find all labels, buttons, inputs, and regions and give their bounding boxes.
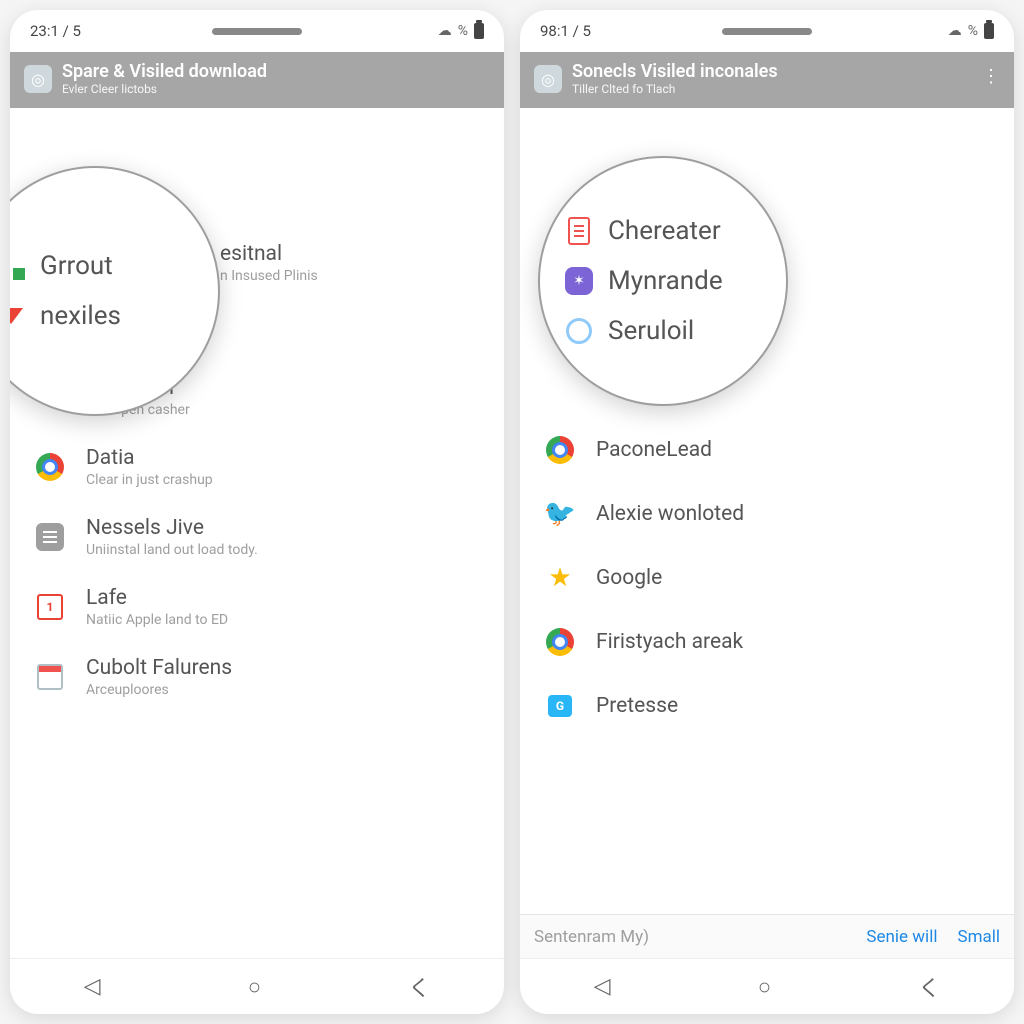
row-label: Google bbox=[596, 566, 992, 590]
more-button[interactable]: ⋮ bbox=[982, 66, 1000, 87]
row-label: Alexie wonloted bbox=[596, 502, 992, 526]
status-icons: ☁ % bbox=[948, 23, 994, 39]
calendar2-icon bbox=[32, 659, 68, 695]
app-title: Spare & Visiled download bbox=[62, 62, 267, 83]
mag-label-1: Mynrande bbox=[608, 266, 723, 296]
nav-recent-button[interactable]: く bbox=[408, 971, 430, 1003]
mag-row-1[interactable]: ✶ Mynrande bbox=[560, 256, 766, 306]
row-sub: Arceuploores bbox=[86, 682, 482, 698]
magnifier-lens[interactable]: Chereater ✶ Mynrande Seruloil bbox=[538, 156, 788, 406]
twitter-icon: 🐦 bbox=[542, 496, 578, 532]
row-label: Firistyach areak bbox=[596, 630, 992, 654]
item-nessels[interactable]: Nessels Jive Uniinstal land out load tod… bbox=[10, 502, 504, 572]
mag-label-2: Seruloil bbox=[608, 316, 694, 346]
row-label: Cubolt Falurens bbox=[86, 656, 482, 680]
app-bar: ◎ Spare & Visiled download Evler Cleer l… bbox=[10, 52, 504, 108]
gmail-icon bbox=[10, 301, 26, 331]
kb-suggestion-1[interactable]: Senie will bbox=[866, 927, 937, 947]
row-sub: Natiic Apple land to ED bbox=[86, 612, 482, 628]
content-area: Chereater ✶ Mynrande Seruloil PaconeLead… bbox=[520, 108, 1014, 914]
item-google[interactable]: ★ Google bbox=[520, 546, 1014, 610]
clock-text: 98:1 / 5 bbox=[540, 22, 591, 40]
status-icons: ☁ % bbox=[438, 23, 484, 39]
item-cubolt[interactable]: Cubolt Falurens Arceuploores bbox=[10, 642, 504, 712]
chrome-icon bbox=[542, 432, 578, 468]
mag-row-0[interactable]: Chereater bbox=[560, 206, 766, 256]
speaker-slot bbox=[212, 28, 302, 35]
content-area: Grrout nexiles esitnal n Insused Plinis … bbox=[10, 108, 504, 958]
mag-row-1[interactable]: nexiles bbox=[10, 291, 198, 341]
row-label: PaconeLead bbox=[596, 438, 992, 462]
row-label: Pretesse bbox=[596, 694, 992, 718]
bag-icon bbox=[542, 688, 578, 724]
mag-label-1: nexiles bbox=[40, 301, 121, 331]
nav-recent-button[interactable]: く bbox=[918, 971, 940, 1003]
chrome-icon bbox=[542, 624, 578, 660]
phone-right: 98:1 / 5 ☁ % ◎ Sonecls Visiled inconales… bbox=[520, 10, 1014, 1014]
app-bar: ◎ Sonecls Visiled inconales Tiller Clted… bbox=[520, 52, 1014, 108]
purple-icon: ✶ bbox=[564, 266, 594, 296]
ring-icon bbox=[564, 316, 594, 346]
item-datia[interactable]: Datia Clear in just crashup bbox=[10, 432, 504, 502]
row-label: Datia bbox=[86, 446, 482, 470]
app-subtitle: Tiller Clted fo Tlach bbox=[572, 83, 778, 97]
list-icon bbox=[32, 519, 68, 555]
mag-label-0: Grrout bbox=[40, 251, 113, 281]
nav-back-button[interactable]: ◁ bbox=[594, 974, 611, 999]
cloud-icon: ☁ bbox=[948, 23, 962, 39]
kb-suggestion-2[interactable]: Small bbox=[957, 927, 1000, 947]
item-paconelead[interactable]: PaconeLead bbox=[520, 418, 1014, 482]
tiles-icon bbox=[10, 251, 26, 281]
battery-icon bbox=[474, 23, 484, 39]
star-icon: ★ bbox=[542, 560, 578, 596]
kb-hint: Sentenram My) bbox=[534, 927, 846, 947]
status-bar: 23:1 / 5 ☁ % bbox=[10, 10, 504, 52]
nav-home-button[interactable]: ○ bbox=[248, 974, 261, 1000]
row-sub: Uniinstal land out load tody. bbox=[86, 542, 482, 558]
nav-bar: ◁ ○ く bbox=[10, 958, 504, 1014]
cloud-icon: ☁ bbox=[438, 23, 452, 39]
percent-icon: % bbox=[458, 23, 468, 39]
clock-text: 23:1 / 5 bbox=[30, 22, 81, 40]
row-label: Nessels Jive bbox=[86, 516, 482, 540]
row-sub: n Insused Plinis bbox=[220, 268, 482, 284]
mag-label-0: Chereater bbox=[608, 216, 721, 246]
row-label: esitnal bbox=[220, 242, 482, 266]
row-sub: Clear in just crashup bbox=[86, 472, 482, 488]
mag-row-0[interactable]: Grrout bbox=[10, 241, 198, 291]
row-label: Lafe bbox=[86, 586, 482, 610]
nav-home-button[interactable]: ○ bbox=[758, 974, 771, 1000]
nav-bar: ◁ ○ く bbox=[520, 958, 1014, 1014]
item-firistyach[interactable]: Firistyach areak bbox=[520, 610, 1014, 674]
app-subtitle: Evler Cleer lictobs bbox=[62, 83, 267, 97]
doc-icon bbox=[564, 216, 594, 246]
battery-icon bbox=[984, 23, 994, 39]
status-bar: 98:1 / 5 ☁ % bbox=[520, 10, 1014, 52]
app-title: Sonecls Visiled inconales bbox=[572, 62, 778, 83]
calendar-icon bbox=[32, 589, 68, 625]
chrome-icon bbox=[32, 449, 68, 485]
phone-left: 23:1 / 5 ☁ % ◎ Spare & Visiled download … bbox=[10, 10, 504, 1014]
item-pretesse[interactable]: Pretesse bbox=[520, 674, 1014, 738]
app-icon: ◎ bbox=[534, 65, 562, 93]
mag-row-2[interactable]: Seruloil bbox=[560, 306, 766, 356]
nav-back-button[interactable]: ◁ bbox=[84, 974, 101, 999]
speaker-slot bbox=[722, 28, 812, 35]
item-alexie[interactable]: 🐦 Alexie wonloted bbox=[520, 482, 1014, 546]
keyboard-suggestion-strip[interactable]: Sentenram My) Senie will Small bbox=[520, 914, 1014, 958]
percent-icon: % bbox=[968, 23, 978, 39]
app-icon: ◎ bbox=[24, 65, 52, 93]
item-lafe[interactable]: Lafe Natiic Apple land to ED bbox=[10, 572, 504, 642]
